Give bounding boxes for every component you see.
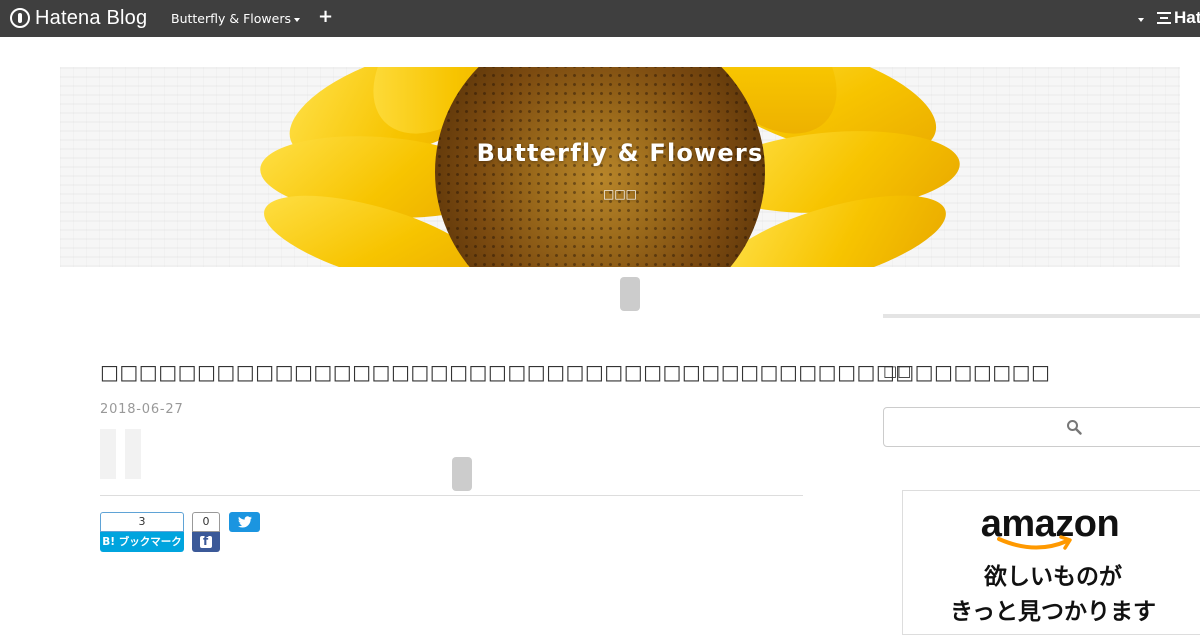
twitter-icon [237,516,252,528]
blog-header-banner: Butterfly & Flowers □□□ [60,67,1180,267]
entry-divider [100,495,803,496]
hatena-blog-brand: Hatena Blog [35,6,148,29]
hatena-right-logo[interactable]: Hat [1157,8,1200,28]
hatena-bookmark-label: B! ブックマーク [100,532,184,552]
loading-placeholder [100,429,116,479]
blog-switcher-label: Butterfly & Flowers [171,11,291,26]
twitter-share-button[interactable] [229,512,260,532]
hatena-right-brand: Hat [1174,8,1200,27]
amazon-smile-icon [997,535,1072,550]
entry-date[interactable]: 2018-06-27 [100,402,184,417]
hatena-bookmark-button[interactable]: 3 B! ブックマーク [100,512,184,552]
search-icon [1067,420,1082,435]
sidebar-search-heading: □□ [883,362,912,380]
facebook-share-button[interactable]: 0 [192,512,220,552]
user-menu-caret-icon[interactable] [1138,18,1144,22]
add-entry-button[interactable]: + [318,6,333,27]
loading-placeholder [125,429,141,479]
blog-title[interactable]: Butterfly & Flowers [60,139,1180,167]
global-header: Hatena Blog Butterfly & Flowers + Hat [0,0,1200,37]
caret-down-icon [293,17,300,22]
hatena-bookmark-count: 3 [100,512,184,532]
search-input[interactable] [883,407,1200,447]
ad-placeholder [620,277,640,311]
sidebar-divider [883,314,1200,318]
search-button[interactable] [1066,419,1084,437]
facebook-icon [200,534,212,548]
ad-placeholder [452,457,472,491]
facebook-share-count: 0 [192,512,220,532]
sunflower-seeds [435,67,765,267]
amazon-ad-line-1: 欲しいものが [984,564,1122,590]
hatena-blog-logo[interactable]: Hatena Blog [10,6,147,30]
hatena-logo-icon [10,8,30,28]
amazon-ad-banner[interactable]: amazon 欲しいものが きっと見つかります [902,490,1200,635]
facebook-button-body [192,532,220,552]
amazon-ad-line-2: きっと見つかります [949,599,1157,625]
hatena-small-icon [1157,12,1171,24]
blog-switcher-menu[interactable]: Butterfly & Flowers [171,11,300,26]
blog-description: □□□ [602,187,637,201]
